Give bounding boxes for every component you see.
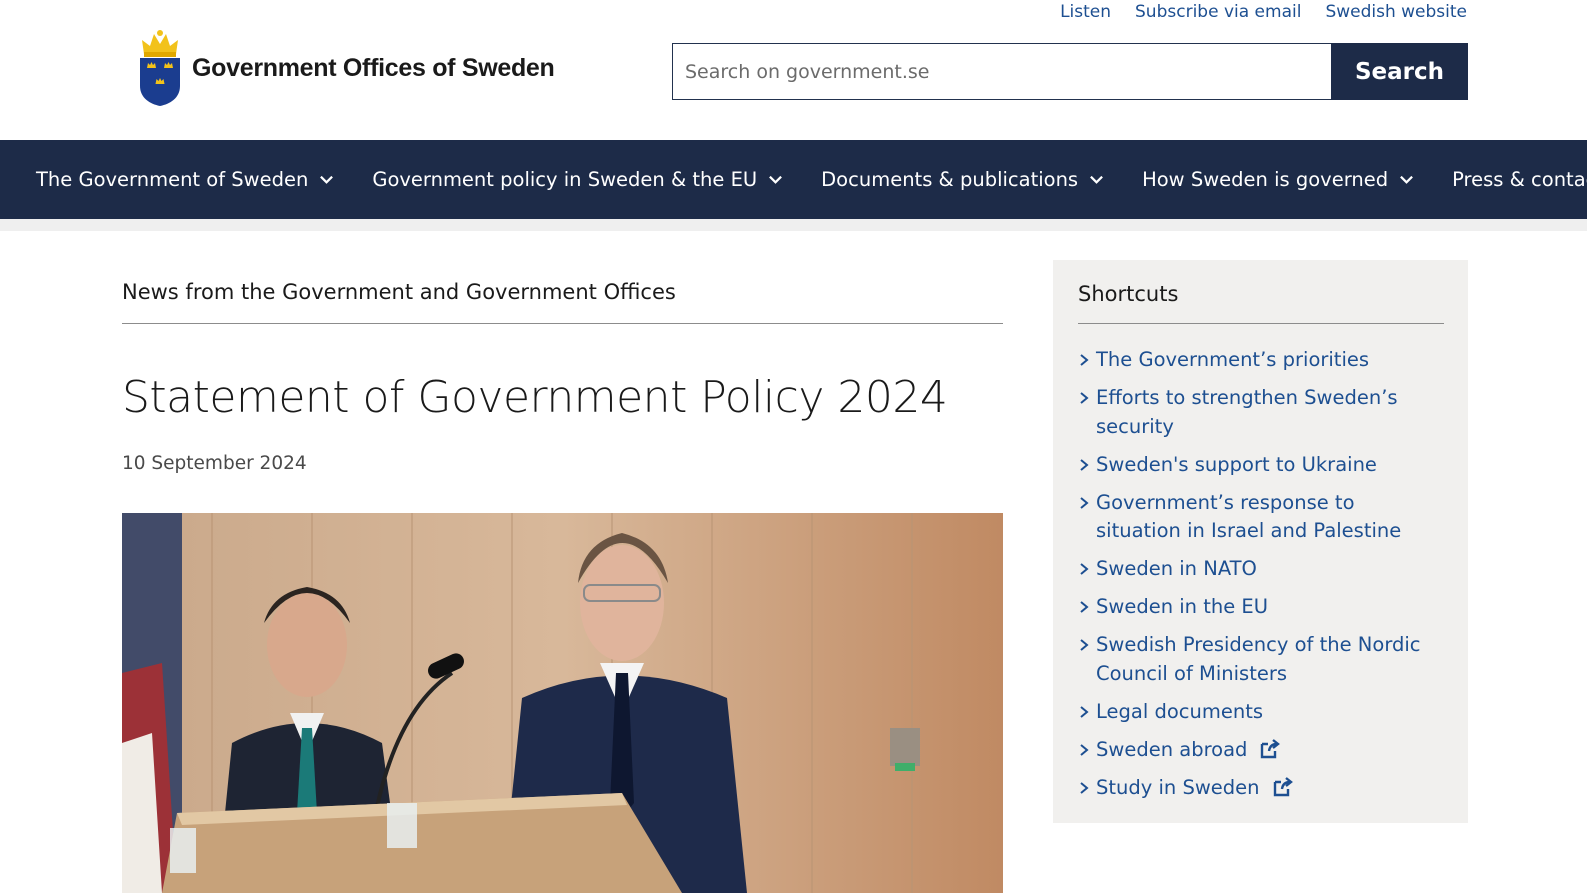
- shortcuts-panel: Shortcuts The Government’s priorities Ef…: [1053, 260, 1468, 823]
- shortcut-label: The Government’s priorities: [1096, 348, 1370, 371]
- article-photo-illustration: [122, 513, 1003, 893]
- nav-item-label: How Sweden is governed: [1142, 168, 1389, 191]
- nav-item-label: Documents & publications: [821, 168, 1079, 191]
- nav-item-press-contacts[interactable]: Press & contacts: [1452, 168, 1587, 191]
- shortcut-label: Sweden abroad: [1096, 737, 1248, 761]
- site-name: Government Offices of Sweden: [192, 53, 555, 82]
- shortcut-nordic-presidency[interactable]: Swedish Presidency of the Nordic Council…: [1078, 631, 1444, 688]
- shortcut-study-in-sweden[interactable]: Study in Sweden: [1078, 774, 1444, 803]
- nav-item-label: Government policy in Sweden & the EU: [372, 168, 758, 191]
- shortcut-sweden-nato[interactable]: Sweden in NATO: [1078, 555, 1444, 584]
- nav-item-how-sweden-is-governed[interactable]: How Sweden is governed: [1142, 168, 1414, 191]
- chevron-right-icon: [1078, 346, 1096, 374]
- chevron-right-icon: [1078, 451, 1096, 479]
- article-kicker: News from the Government and Government …: [122, 260, 1003, 324]
- search-input[interactable]: [672, 43, 1331, 100]
- chevron-down-icon: [1090, 175, 1104, 184]
- shortcut-support-ukraine[interactable]: Sweden's support to Ukraine: [1078, 451, 1444, 480]
- shortcut-label: Efforts to strengthen Sweden’s security: [1096, 386, 1398, 438]
- coat-of-arms-icon: [140, 30, 180, 106]
- shortcut-legal-documents[interactable]: Legal documents: [1078, 698, 1444, 727]
- shortcut-label: Government’s response to situation in Is…: [1096, 490, 1402, 543]
- search-bar: Search: [672, 43, 1468, 100]
- chevron-right-icon: [1078, 631, 1096, 659]
- site-header: Government Offices of Sweden Search: [0, 0, 1587, 140]
- article-date: 10 September 2024: [122, 453, 307, 474]
- chevron-right-icon: [1078, 774, 1096, 802]
- site-logo[interactable]: Government Offices of Sweden: [138, 30, 555, 106]
- shortcut-strengthen-security[interactable]: Efforts to strengthen Sweden’s security: [1078, 384, 1444, 441]
- shortcut-label: Sweden in NATO: [1096, 557, 1257, 580]
- chevron-right-icon: [1078, 698, 1096, 726]
- main-nav: The Government of Sweden Government poli…: [0, 140, 1587, 219]
- shortcut-label: Sweden's support to Ukraine: [1096, 452, 1377, 476]
- chevron-down-icon: [769, 175, 783, 184]
- shortcut-label: Sweden in the EU: [1096, 595, 1269, 618]
- chevron-right-icon: [1078, 593, 1096, 621]
- article-photo: [122, 513, 1003, 893]
- shortcut-israel-palestine[interactable]: Government’s response to situation in Is…: [1078, 489, 1444, 546]
- shortcut-sweden-abroad[interactable]: Sweden abroad: [1078, 736, 1444, 765]
- shortcut-label: Study in Sweden: [1096, 775, 1260, 799]
- chevron-right-icon: [1078, 736, 1096, 764]
- nav-item-label: Press & contacts: [1452, 168, 1587, 191]
- chevron-right-icon: [1078, 555, 1096, 583]
- nav-item-government-policy[interactable]: Government policy in Sweden & the EU: [372, 168, 783, 191]
- nav-item-label: The Government of Sweden: [36, 168, 309, 191]
- shortcut-label: Legal documents: [1096, 699, 1264, 723]
- search-button[interactable]: Search: [1331, 43, 1468, 100]
- nav-item-government-of-sweden[interactable]: The Government of Sweden: [36, 168, 334, 191]
- shortcut-label: Swedish Presidency of the Nordic Council…: [1096, 633, 1421, 685]
- shortcuts-list: The Government’s priorities Efforts to s…: [1078, 346, 1444, 802]
- shortcut-government-priorities[interactable]: The Government’s priorities: [1078, 346, 1444, 375]
- nav-item-documents-publications[interactable]: Documents & publications: [821, 168, 1104, 191]
- chevron-right-icon: [1078, 489, 1096, 517]
- chevron-down-icon: [320, 175, 334, 184]
- shortcuts-title: Shortcuts: [1078, 280, 1444, 324]
- chevron-down-icon: [1400, 175, 1414, 184]
- external-link-icon: [1261, 738, 1281, 758]
- nav-divider: [0, 219, 1587, 231]
- chevron-right-icon: [1078, 384, 1096, 412]
- shortcut-sweden-eu[interactable]: Sweden in the EU: [1078, 593, 1444, 622]
- article: News from the Government and Government …: [122, 260, 1003, 893]
- page-title: Statement of Government Policy 2024: [122, 372, 948, 423]
- external-link-icon: [1273, 776, 1293, 796]
